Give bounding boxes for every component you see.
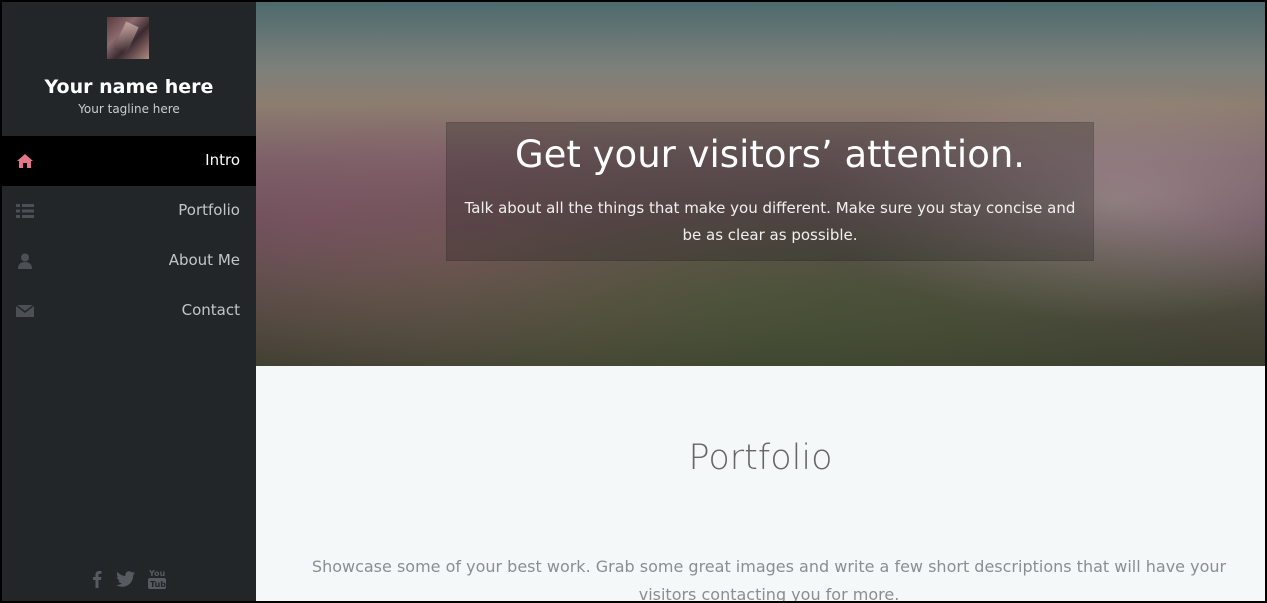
sidebar: Your name here Your tagline here Intro P… [2,2,256,601]
sidebar-item-portfolio[interactable]: Portfolio [2,186,256,236]
sidebar-nav: Intro Portfolio About Me Contact [2,136,256,336]
site-tagline: Your tagline here [78,102,180,116]
sidebar-item-label: Intro [205,151,240,169]
sidebar-item-contact[interactable]: Contact [2,286,256,336]
home-icon [16,153,34,169]
hero-banner: Get your visitors’ attention. Talk about… [256,2,1265,366]
hero-text: Talk about all the things that make you … [464,199,1076,244]
sidebar-item-label: Contact [181,301,240,319]
twitter-icon[interactable] [115,571,135,591]
list-icon [16,203,34,219]
section-text: Showcase some of your best work. Grab so… [311,557,1227,603]
page-frame: Your name here Your tagline here Intro P… [0,0,1267,603]
user-icon [16,253,34,269]
sidebar-item-label: Portfolio [178,201,240,219]
avatar[interactable] [107,17,149,59]
svg-text:You: You [148,569,166,578]
site-name: Your name here [44,76,214,98]
portfolio-section: Portfolio Showcase some of your best wor… [256,366,1265,601]
envelope-icon [15,303,35,319]
facebook-icon[interactable] [92,570,102,592]
youtube-icon[interactable]: You Tube [147,568,172,594]
sidebar-item-label: About Me [168,251,240,269]
hero-box: Get your visitors’ attention. Talk about… [446,122,1094,261]
section-title: Portfolio [688,438,833,478]
sidebar-item-intro[interactable]: Intro [2,136,256,186]
hero-title: Get your visitors’ attention. [514,133,1026,176]
svg-text:Tube: Tube [150,580,166,589]
social-links: You Tube [2,568,256,594]
sidebar-item-about-me[interactable]: About Me [2,236,256,286]
